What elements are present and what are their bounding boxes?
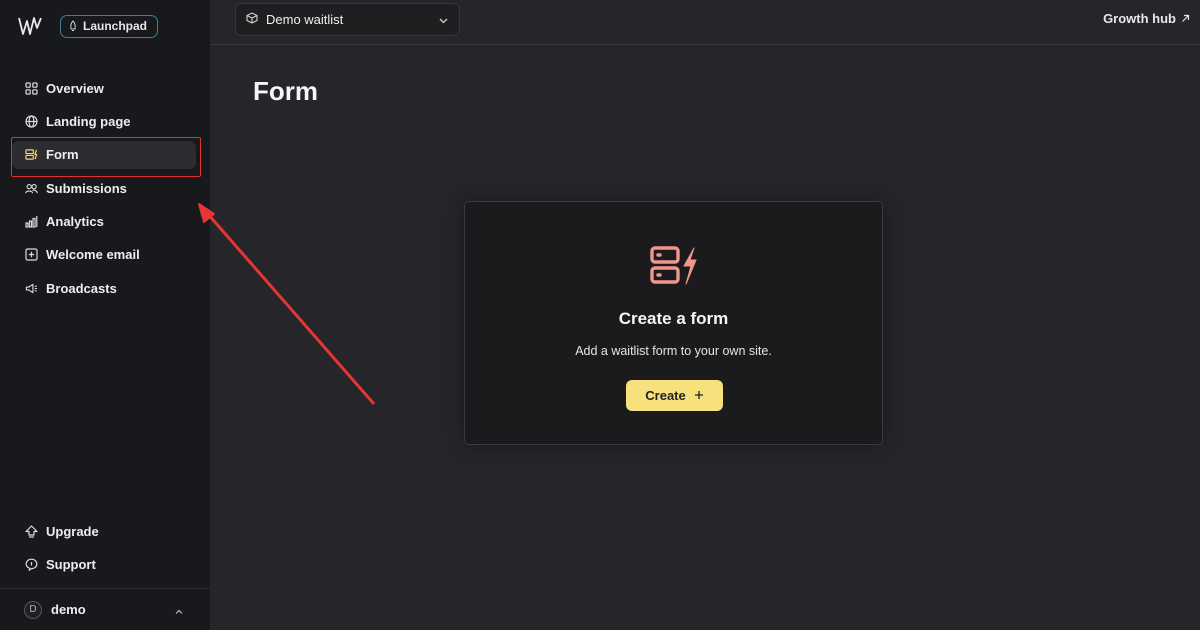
sidebar-item-label: Upgrade	[46, 523, 99, 539]
user-menu[interactable]: D demo	[0, 588, 210, 630]
page-title: Form	[253, 76, 318, 106]
sidebar-item-upgrade[interactable]: Upgrade	[12, 517, 196, 545]
sidebar-item-label: Submissions	[46, 180, 127, 196]
create-form-card: Create a form Add a waitlist form to you…	[464, 201, 883, 445]
sidebar-item-label: Welcome email	[46, 247, 140, 263]
create-button[interactable]: Create	[626, 380, 723, 411]
project-name: Demo waitlist	[266, 12, 344, 27]
sidebar-item-label: Support	[46, 556, 96, 572]
sidebar-item-label: Form	[46, 147, 79, 163]
username: demo	[51, 602, 86, 617]
create-button-label: Create	[645, 388, 686, 403]
rocket-icon	[69, 20, 77, 32]
plus-square-icon	[25, 248, 38, 262]
sidebar-nav: Overview Landing page Form Submissions A…	[12, 74, 196, 308]
logo-icon[interactable]	[18, 14, 42, 38]
chevron-up-icon	[174, 604, 184, 622]
sidebar-bottom-nav: Upgrade Support	[12, 517, 196, 584]
chevron-down-icon	[438, 14, 449, 29]
sidebar-item-overview[interactable]: Overview	[12, 74, 196, 102]
globe-icon	[25, 115, 38, 128]
card-description: Add a waitlist form to your own site.	[575, 344, 772, 358]
plus-icon	[694, 388, 704, 403]
sidebar-item-support[interactable]: Support	[12, 550, 196, 578]
sidebar: Launchpad Overview Landing page Form Sub…	[0, 0, 210, 630]
cube-icon	[246, 12, 258, 27]
brand-row: Launchpad	[18, 14, 159, 38]
app-window: Launchpad Overview Landing page Form Sub…	[0, 0, 1200, 630]
sidebar-item-label: Analytics	[46, 214, 104, 230]
growth-hub-link[interactable]: Growth hub	[1103, 11, 1190, 26]
launchpad-label: Launchpad	[83, 19, 148, 33]
sidebar-item-landing-page[interactable]: Landing page	[12, 107, 196, 135]
megaphone-icon	[25, 282, 38, 295]
form-icon	[25, 148, 38, 161]
bar-chart-icon	[25, 215, 38, 228]
launchpad-badge[interactable]: Launchpad	[60, 14, 159, 38]
growth-hub-label: Growth hub	[1103, 11, 1176, 26]
form-illustration-icon	[650, 246, 698, 291]
upgrade-arrow-icon	[25, 524, 38, 538]
sidebar-item-label: Landing page	[46, 113, 131, 129]
top-bar: Demo waitlist Growth hub	[210, 0, 1200, 45]
external-arrow-icon	[1181, 11, 1190, 26]
sidebar-item-submissions[interactable]: Submissions	[12, 174, 196, 202]
sidebar-item-welcome-email[interactable]: Welcome email	[12, 241, 196, 269]
sidebar-item-form[interactable]: Form	[12, 140, 196, 169]
project-selector[interactable]: Demo waitlist	[235, 3, 460, 36]
avatar: D	[24, 600, 42, 619]
sidebar-item-label: Broadcasts	[46, 280, 117, 296]
users-icon	[25, 182, 38, 195]
sidebar-item-label: Overview	[46, 80, 104, 96]
sidebar-item-analytics[interactable]: Analytics	[12, 208, 196, 236]
card-title: Create a form	[618, 309, 729, 328]
chat-bubble-icon	[25, 558, 38, 571]
sidebar-item-broadcasts[interactable]: Broadcasts	[12, 274, 196, 302]
grid-icon	[25, 81, 38, 95]
